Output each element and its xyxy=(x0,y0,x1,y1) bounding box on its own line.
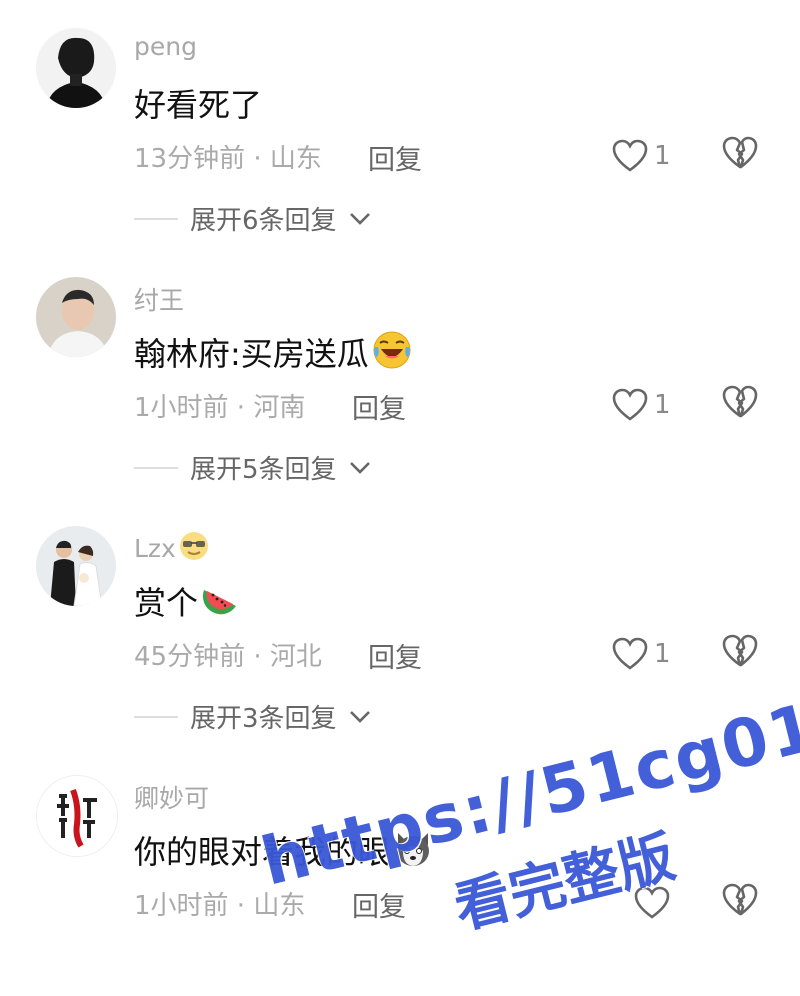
username[interactable]: peng xyxy=(134,32,197,61)
chevron-down-icon xyxy=(349,710,370,723)
username[interactable]: Lzx xyxy=(134,530,210,563)
comment-text: 你的眼对着我的眼 xyxy=(134,827,434,873)
heart-icon xyxy=(612,637,648,670)
reply-button[interactable]: 回复 xyxy=(368,138,422,177)
comment-text: 翰林府:买房送瓜 xyxy=(134,329,413,375)
comment-item: peng 好看死了 13分钟前 · 山东 回复 1 展开6条回复 xyxy=(0,0,800,249)
like-button[interactable]: 1 xyxy=(612,634,682,674)
watermelon-emoji xyxy=(202,590,237,615)
heart-icon xyxy=(634,886,670,919)
like-count: 1 xyxy=(654,390,671,420)
broken-heart-icon xyxy=(722,136,758,169)
comment-meta: 13分钟前 · 山东 xyxy=(134,144,322,174)
expand-replies-label: 展开5条回复 xyxy=(190,455,337,485)
heart-icon xyxy=(612,139,648,172)
comment-text-content: 翰林府:买房送瓜 xyxy=(134,335,369,373)
divider xyxy=(134,466,178,469)
avatar[interactable] xyxy=(36,277,116,357)
expand-replies[interactable]: 展开5条回复 xyxy=(134,449,371,486)
comment-meta: 1小时前 · 河南 xyxy=(134,393,306,423)
divider xyxy=(134,217,178,220)
comment-text: 赏个 xyxy=(134,578,240,624)
comment-meta: 1小时前 · 山东 xyxy=(134,891,306,921)
broken-heart-icon xyxy=(722,634,758,667)
comment-text: 好看死了 xyxy=(134,86,263,124)
avatar[interactable] xyxy=(36,28,116,108)
dislike-button[interactable] xyxy=(722,883,758,919)
like-button[interactable]: 1 xyxy=(612,136,682,176)
laughing-tears-emoji xyxy=(373,331,411,369)
comment-meta: 45分钟前 · 河北 xyxy=(134,642,322,672)
expand-replies-label: 展开6条回复 xyxy=(190,206,337,236)
reply-button[interactable]: 回复 xyxy=(352,387,406,426)
like-count: 1 xyxy=(654,639,671,669)
comment-item: 纣王 翰林府:买房送瓜 1小时前 · 河南 回复 1 展开5条回复 xyxy=(0,249,800,498)
broken-heart-icon xyxy=(722,883,758,916)
username[interactable]: 卿妙可 xyxy=(134,779,209,815)
like-button[interactable]: 1 xyxy=(612,385,682,425)
sunglasses-emoji xyxy=(179,532,208,560)
comment-item: 卿妙可 你的眼对着我的眼 1小时前 · 山东 回复 xyxy=(0,747,800,996)
comment-text-content: 赏个 xyxy=(134,584,199,622)
username-text: Lzx xyxy=(134,534,176,563)
heart-icon xyxy=(612,388,648,421)
like-count: 1 xyxy=(654,141,671,171)
divider xyxy=(134,715,178,718)
dislike-button[interactable] xyxy=(722,385,758,421)
husky-emoji xyxy=(397,833,430,866)
comment-item: Lzx 赏个 45分钟前 · 河北 回复 1 展开3条回复 xyxy=(0,498,800,747)
avatar[interactable] xyxy=(36,526,116,606)
expand-replies[interactable]: 展开6条回复 xyxy=(134,200,371,237)
chevron-down-icon xyxy=(349,212,370,225)
username[interactable]: 纣王 xyxy=(134,281,184,317)
reply-button[interactable]: 回复 xyxy=(368,636,422,675)
dislike-button[interactable] xyxy=(722,136,758,172)
chevron-down-icon xyxy=(349,461,370,474)
like-button[interactable] xyxy=(634,883,704,923)
reply-button[interactable]: 回复 xyxy=(352,885,406,924)
comment-text-content: 你的眼对着我的眼 xyxy=(134,833,391,871)
dislike-button[interactable] xyxy=(722,634,758,670)
expand-replies-label: 展开3条回复 xyxy=(190,704,337,734)
broken-heart-icon xyxy=(722,385,758,418)
expand-replies[interactable]: 展开3条回复 xyxy=(134,698,371,735)
avatar[interactable] xyxy=(36,775,118,857)
